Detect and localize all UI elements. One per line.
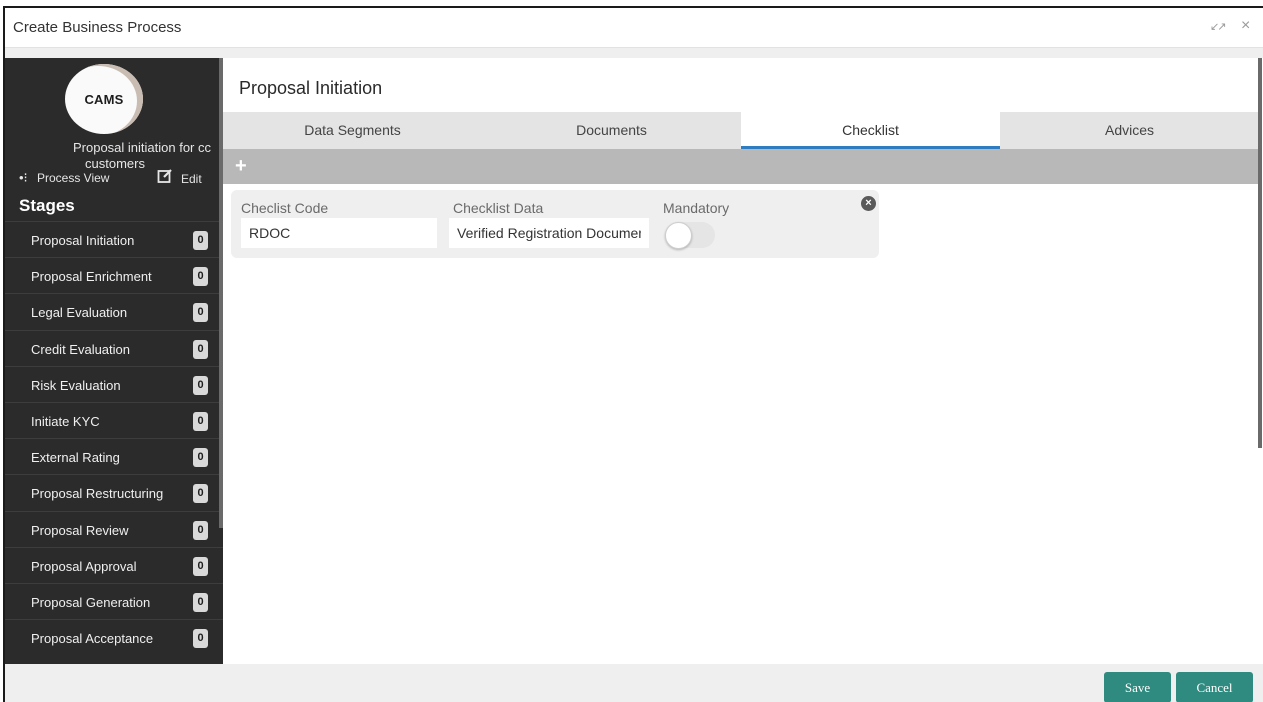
stage-count-badge: 0 [193,629,208,649]
stage-count-badge: 0 [193,556,208,576]
edit-icon[interactable] [157,168,173,184]
tab-advices[interactable]: Advices [1000,112,1259,149]
checklist-toolbar: + [223,149,1259,184]
checklist-data-input[interactable] [449,218,649,248]
stage-label: Proposal Approval [31,558,137,574]
stage-label: Initiate KYC [31,413,100,429]
avatar-text: CAMS [84,91,124,107]
stage-count-badge: 0 [193,375,208,395]
stage-item[interactable]: Proposal Approval 0 [5,546,223,583]
tab-data-segments[interactable]: Data Segments [223,112,482,149]
stage-item[interactable]: Proposal Review 0 [5,510,223,547]
tab-bar: Data Segments Documents Checklist Advice… [223,112,1259,149]
stage-item[interactable]: Risk Evaluation 0 [5,365,223,402]
process-name: Proposal initiation for cc [72,140,211,155]
stage-label: Proposal Acceptance [31,631,154,647]
stage-item[interactable]: Legal Evaluation 0 [5,293,223,329]
stage-label: Legal Evaluation [31,305,128,321]
add-icon[interactable]: + [235,155,247,178]
stage-label: Proposal Initiation [31,233,135,248]
stage-count-badge: 0 [193,448,208,468]
stage-count-badge: 0 [193,303,208,323]
stage-item[interactable]: Proposal Acceptance 0 [5,619,223,655]
process-view-icon[interactable]: •⁝ [19,170,28,186]
tab-checklist[interactable]: Checklist [741,112,1000,149]
mandatory-toggle[interactable] [665,222,715,249]
close-icon[interactable]: × [1241,17,1250,35]
stage-count-badge: 0 [193,231,208,250]
create-business-process-window: Create Business Process ↙↗ × CAMS Propos… [3,6,1263,702]
title-divider [5,48,1263,58]
stage-item[interactable]: Proposal Initiation 0 [5,221,223,257]
stage-label: Proposal Restructuring [31,486,164,502]
stage-label: Proposal Generation [31,594,151,610]
save-button[interactable]: Save [1104,672,1171,702]
cancel-button[interactable]: Cancel [1176,672,1253,702]
checklist-data-label: Checklist Data [453,200,544,216]
stage-label: Proposal Review [31,522,129,538]
stage-item[interactable]: External Rating 0 [5,438,223,474]
edit-link[interactable]: Edit [181,172,202,186]
stage-count-badge: 0 [193,267,208,287]
remove-icon[interactable]: × [861,196,876,211]
stage-label: Risk Evaluation [31,377,121,393]
minimize-icon[interactable]: ↙↗ [1210,20,1227,33]
checklist-code-label: Checlist Code [241,200,329,216]
stage-count-badge: 0 [193,339,208,359]
tab-documents[interactable]: Documents [482,112,741,149]
toggle-knob [665,222,692,249]
stage-item[interactable]: Proposal Generation 0 [5,582,223,619]
stage-label: Proposal Enrichment [31,269,152,285]
checklist-code-input[interactable] [241,218,437,248]
title-bar: Create Business Process ↙↗ × [5,8,1263,48]
stages-heading: Stages [19,196,75,215]
stage-label: External Rating [31,450,120,466]
stage-label: Credit Evaluation [31,341,130,357]
stage-count-badge: 0 [193,520,208,540]
avatar: CAMS [65,64,143,134]
window-title: Create Business Process [13,19,182,36]
footer: Save Cancel [5,664,1263,702]
stage-item[interactable]: Proposal Enrichment 0 [5,257,223,293]
stage-item[interactable]: Credit Evaluation 0 [5,329,223,366]
page-title: Proposal Initiation [239,78,383,98]
process-view-link[interactable]: Process View [37,171,109,185]
stage-item[interactable]: Proposal Restructuring 0 [5,474,223,510]
stage-count-badge: 0 [193,411,208,431]
main-panel: Proposal Initiation Data Segments Docume… [223,58,1263,664]
mandatory-label: Mandatory [663,200,730,216]
stage-count-badge: 0 [193,484,208,504]
main-scrollbar[interactable] [1258,58,1262,448]
checklist-card: Checlist Code Checklist Data Mandatory × [231,190,879,258]
sidebar: CAMS Proposal initiation for cc customer… [5,58,223,664]
stage-item[interactable]: Initiate KYC 0 [5,401,223,438]
stage-count-badge: 0 [193,592,208,612]
stage-list: Proposal Initiation 0 Proposal Enrichment… [5,221,223,655]
sidebar-actions: •⁝ Process View Edit [5,168,223,190]
